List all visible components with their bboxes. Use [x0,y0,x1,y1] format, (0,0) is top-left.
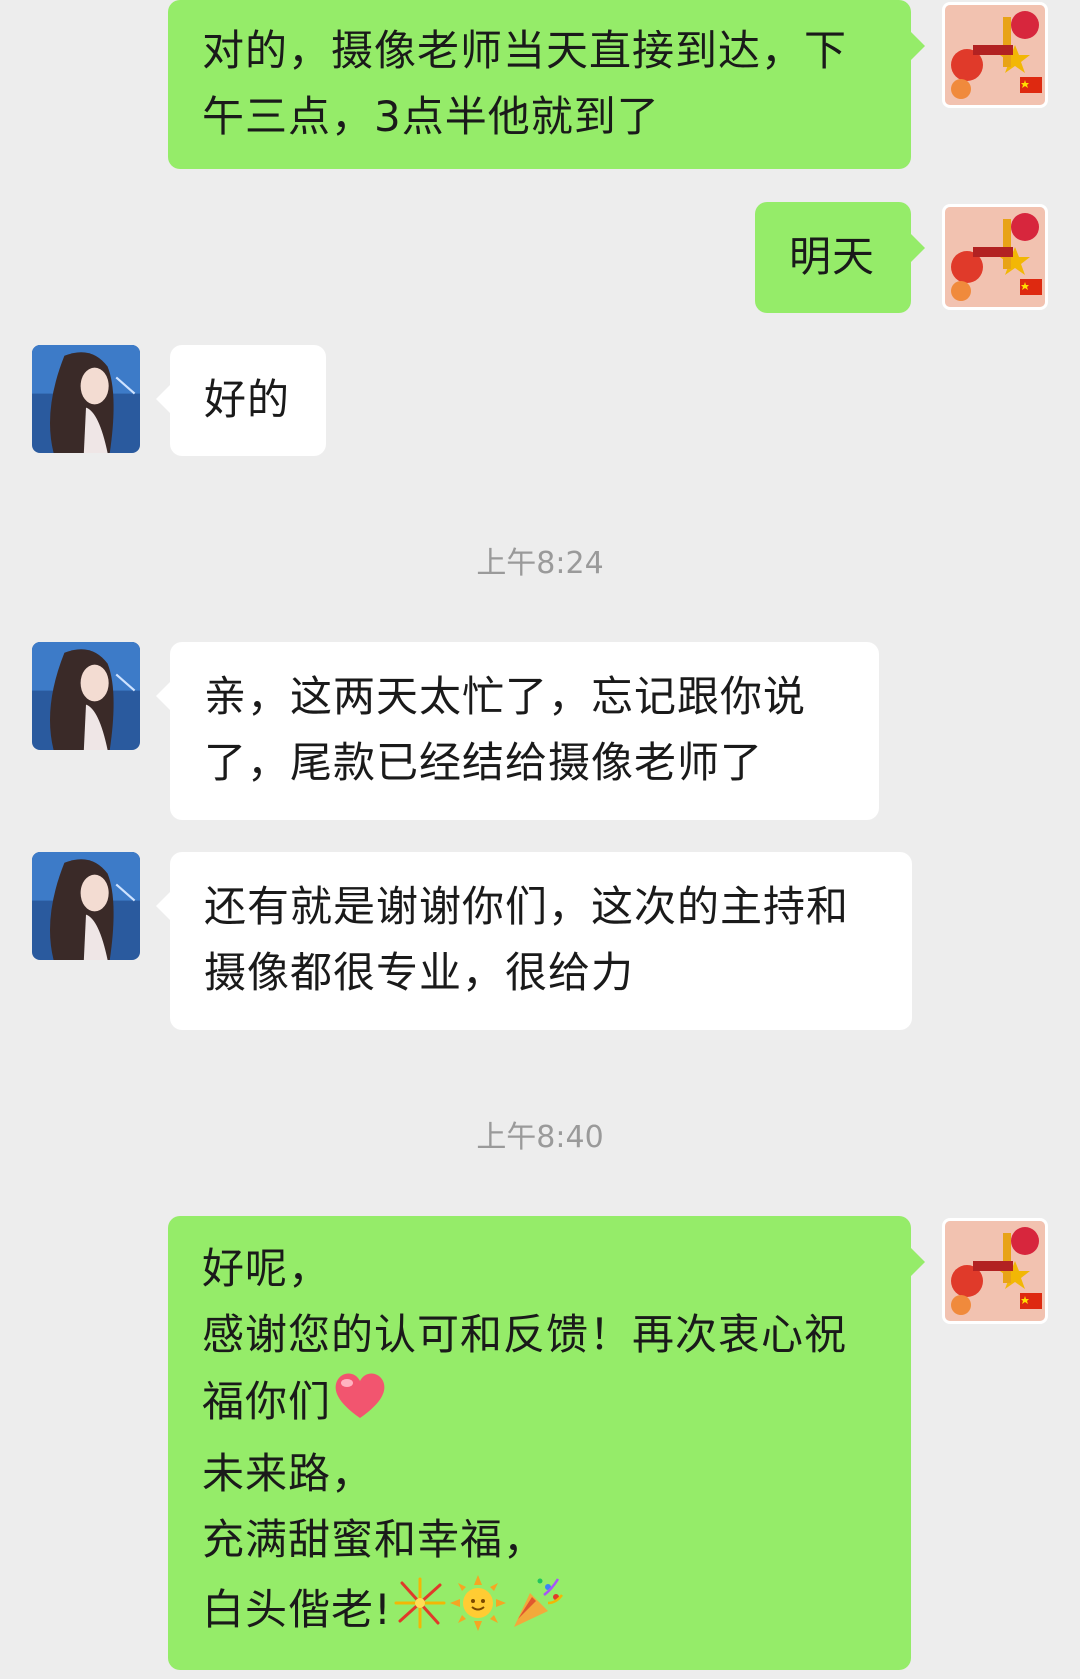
message-text-line: 亲，这两天太忙了，忘记跟你说 [204,672,807,721]
message-text-line: 感谢您的认可和反馈！再次衷心祝 [202,1310,848,1359]
national-day-avatar-image [945,207,1045,307]
message-text-line: 未来路， [202,1449,375,1498]
message-text-line-with-emoji: 福你们 [202,1368,877,1441]
message-text-line: 明天 [789,232,876,281]
message-text-line: 对的，摄像老师当天直接到达，下 [202,26,848,75]
message-timestamp: 上午8:40 [476,1120,604,1155]
contact-avatar-image [32,642,140,750]
message-text-line: 摄像都很专业，很给力 [204,948,635,997]
my-avatar[interactable] [942,2,1048,108]
message-bubble-incoming[interactable]: 好的 [156,345,326,456]
party-popper-emoji [508,1575,564,1650]
message-bubble-incoming[interactable]: 还有就是谢谢你们，这次的主持和 摄像都很专业，很给力 [156,852,912,1030]
contact-avatar-image [32,852,140,960]
message-timestamp: 上午8:24 [476,546,604,581]
message-bubble-outgoing[interactable]: 好呢， 感谢您的认可和反馈！再次衷心祝 福你们 未来路， 充满甜蜜和幸福， 白头… [168,1216,925,1670]
message-text-line: 了，尾款已经结给摄像老师了 [204,738,764,787]
message-text-fragment: 白头偕老! [202,1585,392,1634]
message-bubble-incoming[interactable]: 亲，这两天太忙了，忘记跟你说 了，尾款已经结给摄像老师了 [156,642,879,820]
contact-avatar-image [32,345,140,453]
my-avatar[interactable] [942,1218,1048,1324]
sun-emoji [448,1573,508,1652]
contact-avatar[interactable] [32,642,140,750]
heart-emoji [331,1368,389,1441]
message-text-fragment: 福你们 [202,1377,332,1426]
contact-avatar[interactable] [32,852,140,960]
chat-message-list: 对的，摄像老师当天直接到达，下 午三点，3点半他就到了 明天 好的 上午8:24… [0,0,1080,1679]
contact-avatar[interactable] [32,345,140,453]
message-bubble-outgoing[interactable]: 对的，摄像老师当天直接到达，下 午三点，3点半他就到了 [168,0,925,169]
fireworks-emoji [392,1575,448,1650]
message-text-line: 午三点，3点半他就到了 [202,92,660,141]
message-text-line-with-emoji: 白头偕老! [202,1573,877,1652]
my-avatar[interactable] [942,204,1048,310]
message-text-line: 还有就是谢谢你们，这次的主持和 [204,882,850,931]
national-day-avatar-image [945,1221,1045,1321]
message-bubble-outgoing[interactable]: 明天 [755,202,925,313]
message-text-line: 好呢， [202,1244,332,1293]
national-day-avatar-image [945,5,1045,105]
message-text-line: 好的 [204,375,291,424]
message-text-line: 充满甜蜜和幸福， [202,1515,547,1564]
